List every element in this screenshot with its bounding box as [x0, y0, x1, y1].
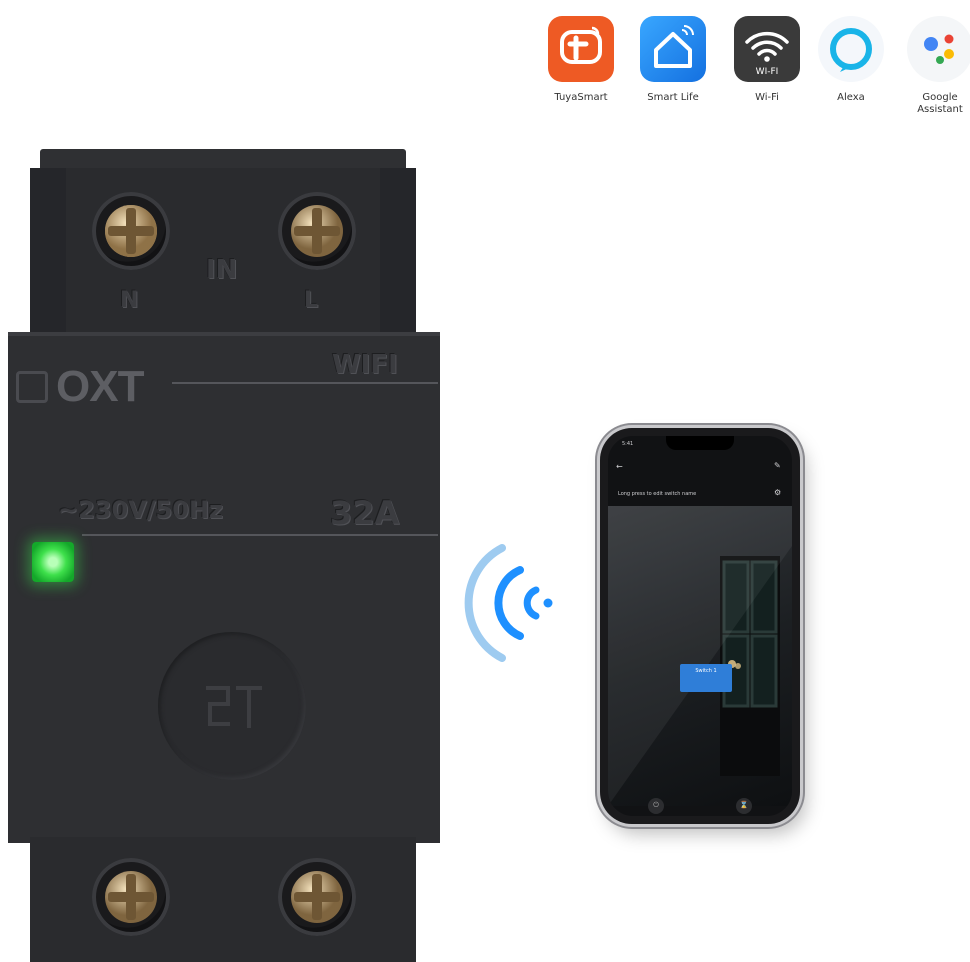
phone-notch [666, 436, 734, 450]
status-time: 5:41 [622, 441, 634, 447]
screw-icon [278, 858, 356, 936]
wifi-badge-text: WI-FI [756, 67, 779, 77]
app-label: TuyaSmart [554, 92, 608, 103]
brand-name: OXT [56, 362, 144, 411]
control-button[interactable] [158, 632, 306, 780]
back-arrow-icon[interactable]: ← [616, 462, 623, 471]
alexa-icon [818, 16, 884, 82]
terminal-label-l: L [304, 288, 319, 313]
wifi-label: WIFI [332, 350, 398, 380]
wifi-circuit-breaker: N IN L OXT WIFI ~230V/50Hz 32A [0, 0, 450, 962]
google-assistant-icon [907, 16, 970, 82]
bottom-terminal-block [30, 837, 416, 962]
edit-icon[interactable]: ✎ [774, 461, 781, 470]
voltage-rating: ~230V/50Hz [58, 496, 223, 524]
brand-square-icon [16, 371, 48, 403]
switch-label: Switch 1 [695, 668, 717, 674]
app-label: Wi-Fi [755, 92, 779, 103]
app-alexa: Alexa [811, 16, 891, 104]
wifi-icon: WI-FI [734, 16, 800, 82]
smart-life-icon [640, 16, 706, 82]
tuya-icon [548, 16, 614, 82]
room-background-image [608, 506, 792, 806]
power-button-icon[interactable]: ⏻ [648, 798, 664, 814]
app-google-assistant: Google Assistant [902, 16, 970, 116]
app-smart-life: Smart Life [633, 16, 713, 104]
switch-tile[interactable]: Switch 1 [680, 664, 732, 692]
screw-icon [92, 192, 170, 270]
top-terminal-block [30, 168, 416, 340]
wireless-signal-icon [464, 544, 553, 662]
et-logo-icon [206, 686, 262, 728]
timer-button-icon[interactable]: ⌛ [736, 798, 752, 814]
screen-title: Long press to edit switch name [618, 491, 697, 497]
screw-icon [92, 858, 170, 936]
settings-icon[interactable]: ⚙ [774, 488, 781, 497]
divider [172, 382, 438, 384]
app-wifi: WI-FI Wi-Fi [727, 16, 807, 104]
smartphone: 5:41 ← ✎ Long press to edit switch name … [600, 428, 800, 824]
phone-screen: 5:41 ← ✎ Long press to edit switch name … [608, 436, 792, 816]
current-rating: 32A [330, 494, 400, 532]
terminal-label-in: IN [206, 255, 238, 285]
divider [82, 534, 438, 536]
app-label: Smart Life [647, 92, 699, 103]
app-tuyasmart: TuyaSmart [541, 16, 621, 104]
app-label: Google Assistant [917, 92, 963, 115]
app-label: Alexa [837, 92, 865, 103]
terminal-label-n: N [120, 288, 139, 313]
screw-icon [278, 192, 356, 270]
brand-logo: OXT [16, 362, 144, 412]
status-led [32, 542, 74, 582]
